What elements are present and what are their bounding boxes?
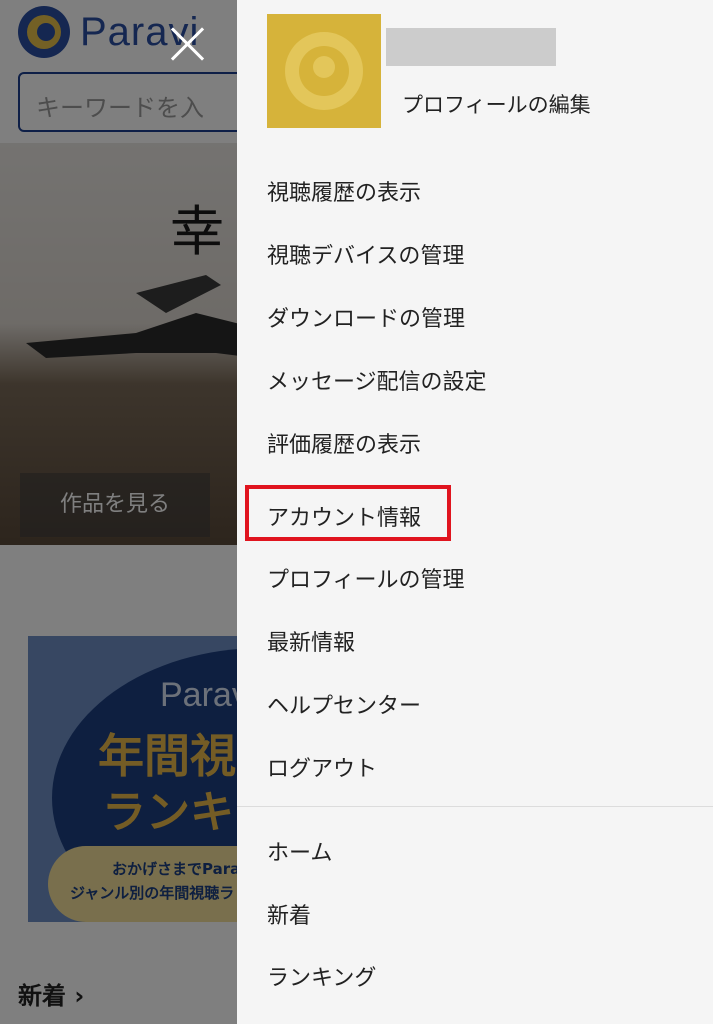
menu-item-help-center[interactable]: ヘルプセンター (267, 688, 421, 720)
menu-item-account-info[interactable]: アカウント情報 (267, 500, 421, 532)
menu-item-viewing-history[interactable]: 視聴履歴の表示 (267, 175, 421, 207)
side-menu: プロフィールの編集 視聴履歴の表示 視聴デバイスの管理 ダウンロードの管理 メッ… (237, 0, 713, 1024)
close-icon[interactable] (168, 24, 208, 64)
menu-item-download-management[interactable]: ダウンロードの管理 (267, 301, 465, 333)
menu-item-rating-history[interactable]: 評価履歴の表示 (267, 427, 421, 459)
menu-item-device-management[interactable]: 視聴デバイスの管理 (267, 238, 464, 270)
menu-divider (237, 806, 713, 807)
edit-profile-link[interactable]: プロフィールの編集 (402, 89, 591, 119)
menu-item-profile-management[interactable]: プロフィールの管理 (267, 562, 465, 594)
menu-item-message-settings[interactable]: メッセージ配信の設定 (267, 364, 487, 396)
avatar-icon (285, 32, 363, 110)
avatar[interactable] (267, 14, 381, 128)
menu-item-logout[interactable]: ログアウト (267, 751, 377, 783)
nav-item-home[interactable]: ホーム (267, 835, 332, 867)
profile-name-redacted (386, 28, 556, 66)
menu-item-latest-news[interactable]: 最新情報 (267, 625, 355, 657)
nav-item-new-arrivals[interactable]: 新着 (267, 898, 311, 930)
nav-item-ranking[interactable]: ランキング (267, 960, 376, 992)
